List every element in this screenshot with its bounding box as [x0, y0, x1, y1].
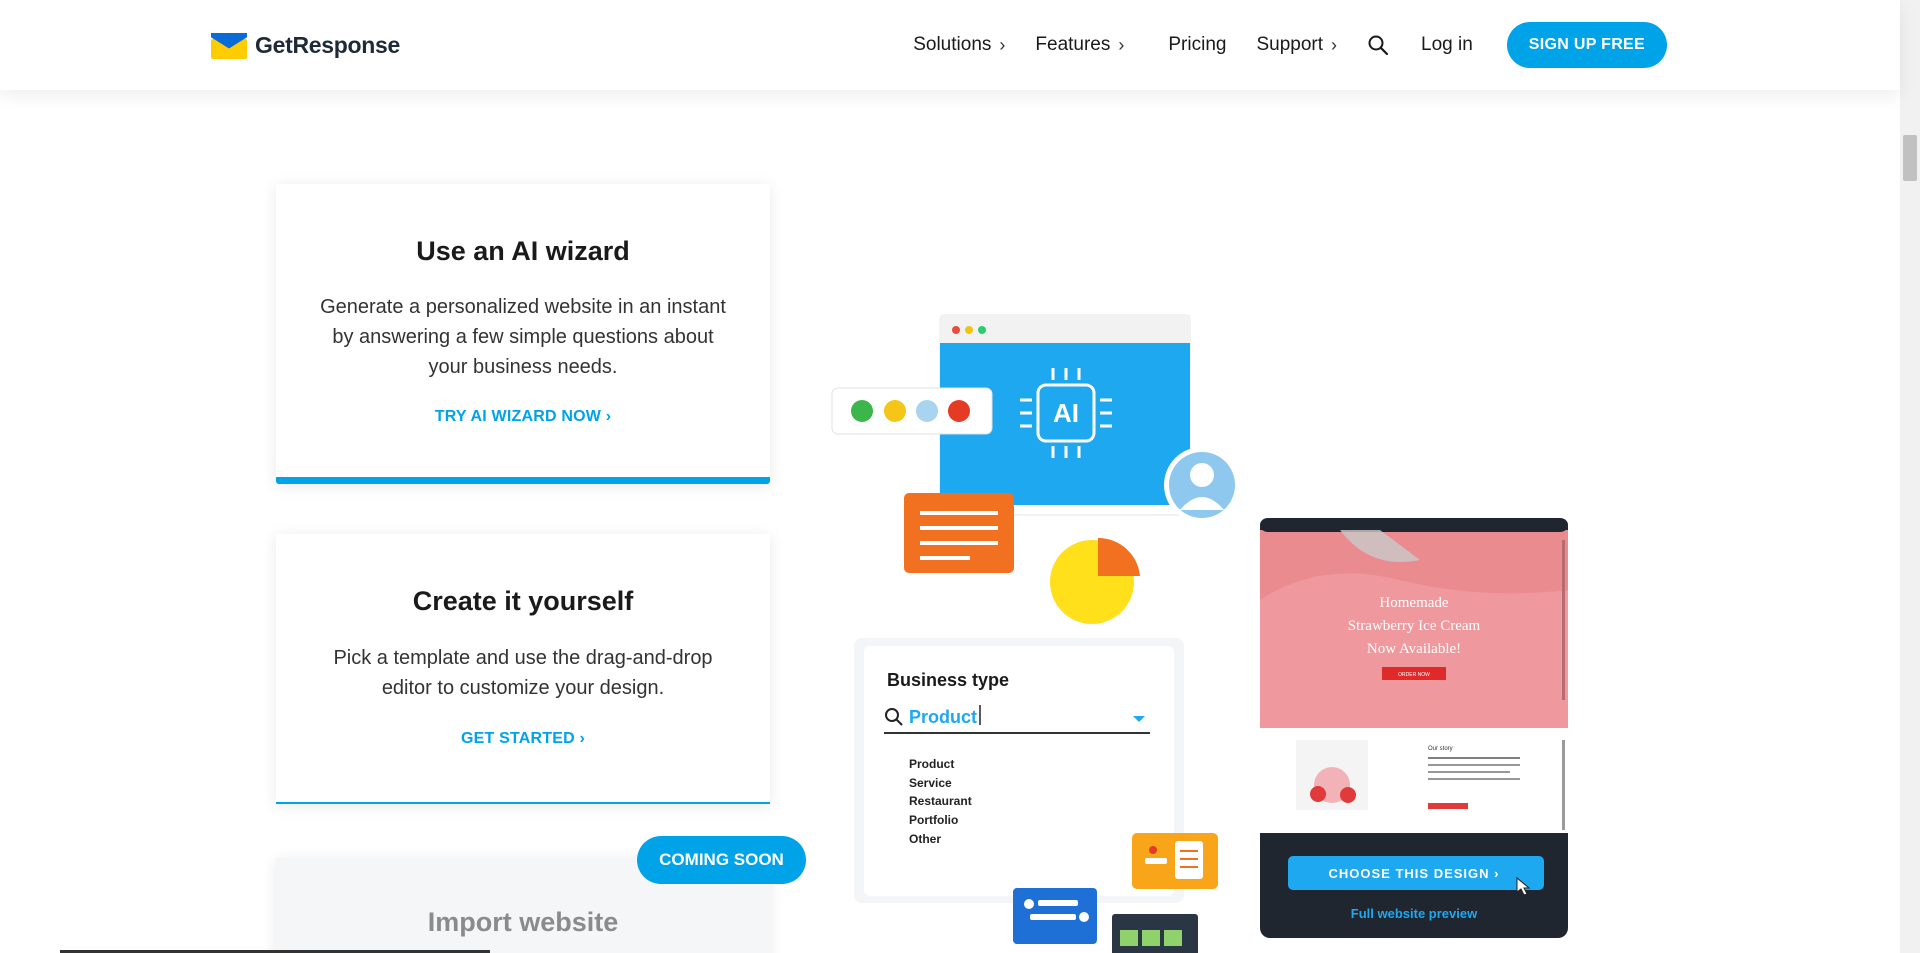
login-link[interactable]: Log in [1421, 34, 1473, 56]
full-preview-link[interactable]: Full website preview [1351, 906, 1478, 921]
template-section-title: Our story [1428, 746, 1453, 752]
nav-solutions-label: Solutions [913, 34, 992, 55]
chevron-right-icon: › [1118, 34, 1125, 55]
choose-design-button[interactable]: CHOOSE THIS DESIGN › [1329, 866, 1500, 881]
logo-text: GetResponse [255, 32, 400, 58]
main-nav: Solutions › Features › Pricing Support ›… [883, 22, 1667, 68]
login-label: Log in [1421, 34, 1473, 55]
gallery-card-icon [1112, 914, 1198, 953]
color-palette [831, 387, 993, 435]
ai-wizard-card: Use an AI wizard Generate a personalized… [276, 184, 770, 484]
text-block-card [904, 493, 1014, 573]
pie-chart-icon [1050, 537, 1140, 624]
nav-pricing[interactable]: Pricing [1168, 34, 1226, 56]
template-hero-line: Homemade [1379, 595, 1448, 611]
card-active-accent [276, 477, 770, 484]
logo[interactable]: GetResponse [211, 32, 400, 59]
logo-envelope-icon [211, 32, 247, 59]
ai-wizard-description: Generate a personalized website in an in… [276, 292, 770, 382]
website-builder-illustration: AI Business type Product Product Service… [831, 314, 1568, 953]
chat-card-icon [1013, 888, 1097, 944]
business-type-option: Service [909, 776, 952, 790]
business-type-option: Portfolio [909, 813, 958, 827]
business-type-option: Product [909, 757, 954, 771]
ai-chip-label: AI [1053, 398, 1079, 428]
nav-features[interactable]: Features › [1035, 34, 1124, 56]
ai-wizard-title: Use an AI wizard [416, 236, 630, 266]
search-icon[interactable] [1367, 34, 1389, 56]
create-yourself-description: Pick a template and use the drag-and-dro… [276, 643, 770, 703]
business-type-option: Restaurant [909, 794, 972, 808]
create-yourself-description-line: editor to customize your design. [381, 677, 665, 699]
page: { "header": { "logo_text": "GetResponse"… [0, 0, 1920, 953]
try-ai-wizard-link[interactable]: TRY AI WIZARD NOW › [276, 408, 770, 426]
business-type-option: Other [909, 832, 941, 846]
ai-wizard-description-line: your business needs. [428, 356, 618, 378]
get-started-link[interactable]: GET STARTED › [276, 730, 770, 748]
ai-wizard-description-line: by answering a few simple questions abou… [332, 326, 714, 348]
form-icon [1132, 833, 1218, 889]
ai-wizard-description-line: Generate a personalized website in an in… [320, 296, 726, 318]
signup-button[interactable]: SIGN UP FREE [1506, 22, 1667, 68]
scrollbar-thumb[interactable] [1903, 135, 1917, 181]
site-header: GetResponse Solutions › Features › Prici… [0, 0, 1900, 90]
business-type-title: Business type [887, 670, 1009, 690]
create-yourself-title: Create it yourself [412, 586, 634, 616]
user-avatar-icon [1164, 447, 1240, 523]
business-type-selected: Product [909, 707, 977, 727]
nav-solutions[interactable]: Solutions › [913, 34, 1005, 56]
page-scrollbar[interactable] [1900, 0, 1920, 953]
template-hero-button-label: ORDER NOW [1398, 672, 1430, 678]
create-yourself-description-line: Pick a template and use the drag-and-dro… [333, 647, 713, 669]
chevron-right-icon: › [1331, 34, 1337, 55]
import-website-title: Import website [427, 907, 619, 937]
nav-pricing-label: Pricing [1168, 34, 1227, 55]
chevron-right-icon: › [999, 34, 1006, 55]
coming-soon-badge: COMING SOON [637, 836, 806, 884]
create-yourself-card: Create it yourself Pick a template and u… [276, 534, 770, 804]
nav-features-label: Features [1035, 34, 1111, 55]
template-hero-line: Now Available! [1367, 641, 1461, 657]
template-hero-line: Strawberry Ice Cream [1348, 618, 1481, 634]
nav-support[interactable]: Support › [1256, 34, 1337, 56]
nav-support-label: Support [1256, 34, 1323, 55]
